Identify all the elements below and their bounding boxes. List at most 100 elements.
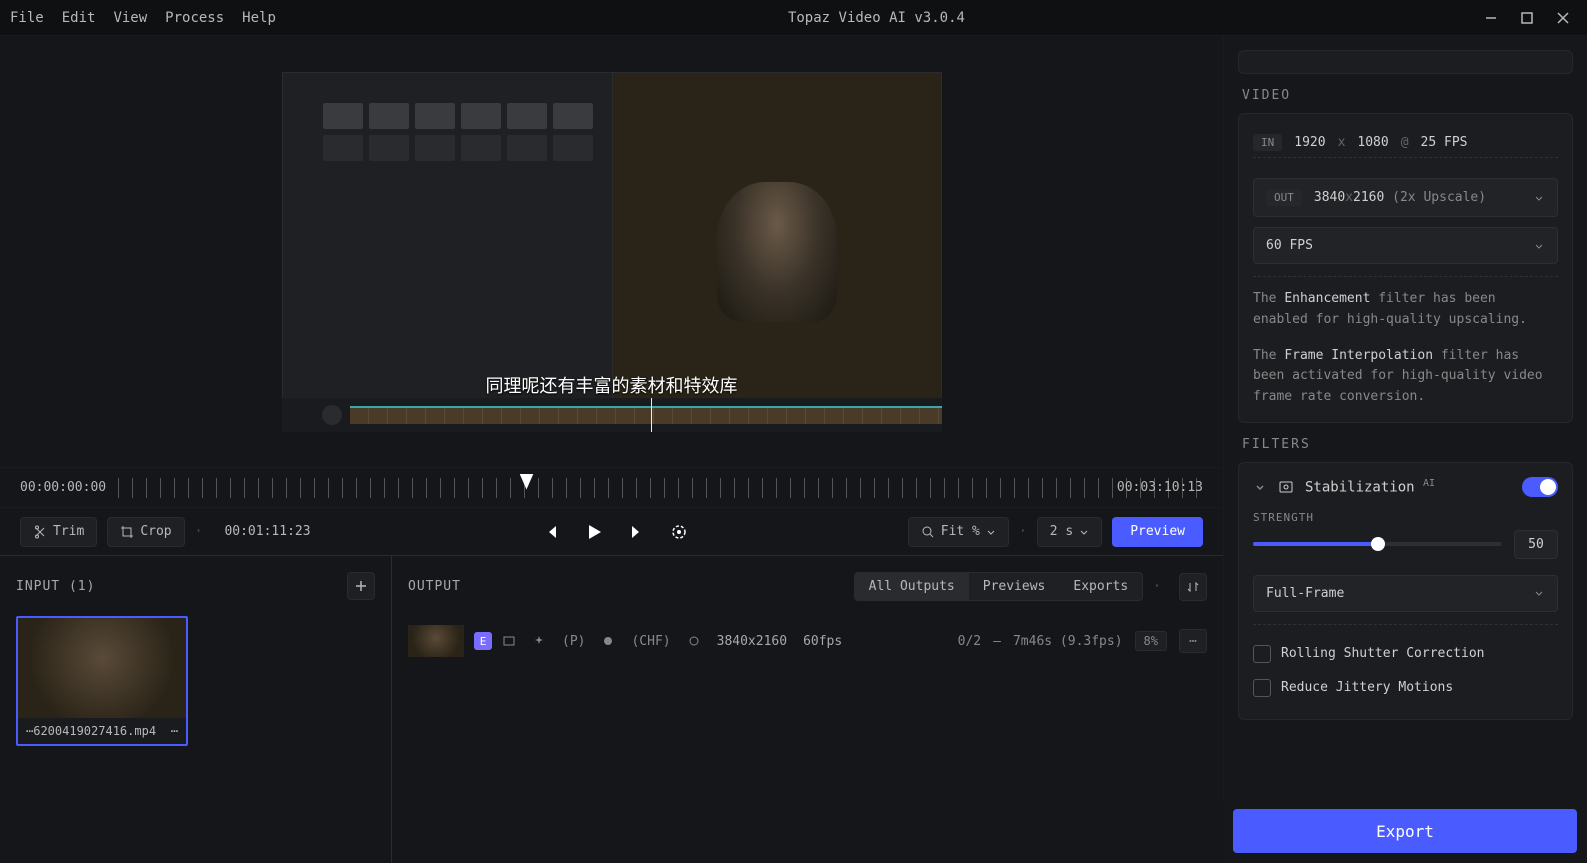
transport-controls (333, 522, 898, 542)
crop-label: Crop (140, 524, 171, 539)
sparkle-icon (532, 634, 546, 648)
output-p-label: (P) (562, 634, 585, 649)
transport-toolbar: Trim Crop · 00:01:11:23 Fit % · (0, 507, 1223, 555)
export-button[interactable]: Export (1233, 809, 1577, 853)
sort-button[interactable] (1179, 573, 1207, 601)
close-icon[interactable] (1549, 4, 1577, 32)
tab-all-outputs[interactable]: All Outputs (855, 573, 969, 600)
reduce-jittery-checkbox[interactable]: Reduce Jittery Motions (1253, 671, 1558, 705)
crop-icon (120, 525, 134, 539)
export-badge: E (474, 632, 492, 650)
main-area: 同理呢还有丰富的素材和特效库 00:00:00:00 00:03:10:13 T… (0, 36, 1223, 863)
crop-button[interactable]: Crop (107, 517, 184, 547)
circle-icon (687, 634, 701, 648)
stabilization-header[interactable]: Stabilization AI (1253, 477, 1558, 497)
input-panel: INPUT (1) ⋯6200419027416.mp4 ⋯ (0, 556, 392, 863)
stabilization-mode-dropdown[interactable]: Full-Frame (1253, 575, 1558, 612)
stabilization-label: Stabilization (1305, 480, 1415, 496)
input-more-icon[interactable]: ⋯ (171, 724, 178, 738)
preview-button[interactable]: Preview (1112, 517, 1203, 547)
input-resolution-row: IN 1920x1080 @ 25 FPS (1253, 128, 1558, 158)
video-subtitle: 同理呢还有丰富的素材和特效库 (486, 372, 738, 398)
menu-edit[interactable]: Edit (62, 10, 96, 26)
chevron-down-icon (1253, 480, 1267, 494)
output-more-button[interactable]: ⋯ (1179, 629, 1207, 653)
rolling-shutter-checkbox[interactable]: Rolling Shutter Correction (1253, 637, 1558, 671)
input-thumbnail[interactable]: ⋯6200419027416.mp4 ⋯ (16, 616, 188, 746)
chevron-down-icon (1533, 192, 1545, 204)
menu-bar: File Edit View Process Help (10, 10, 276, 26)
strength-label: STRENGTH (1253, 511, 1314, 524)
menu-view[interactable]: View (113, 10, 147, 26)
chevron-down-icon (1533, 587, 1545, 599)
strength-value[interactable]: 50 (1514, 530, 1558, 559)
plus-icon (354, 579, 368, 593)
tab-previews[interactable]: Previews (969, 573, 1060, 600)
record-icon (601, 634, 615, 648)
sidebar-top-card (1238, 50, 1573, 74)
zoom-value: Fit % (941, 524, 980, 539)
tab-exports[interactable]: Exports (1059, 573, 1142, 600)
mini-playhead[interactable] (651, 398, 652, 432)
speed-value: 2 s (1050, 524, 1073, 539)
stabilization-icon (1277, 478, 1295, 496)
video-section-title: VIDEO (1242, 88, 1569, 103)
checkbox-icon (1253, 645, 1271, 663)
timeline-lock-icon[interactable] (322, 405, 342, 425)
loop-button[interactable] (670, 523, 688, 541)
zoom-dropdown[interactable]: Fit % (908, 517, 1009, 547)
output-panel: OUTPUT All Outputs Previews Exports · (392, 556, 1223, 863)
speed-dropdown[interactable]: 2 s (1037, 517, 1102, 547)
add-input-button[interactable] (347, 572, 375, 600)
stabilize-icon (502, 634, 516, 648)
reduce-jittery-label: Reduce Jittery Motions (1281, 680, 1453, 695)
prev-frame-button[interactable] (542, 523, 560, 541)
output-panel-title: OUTPUT (408, 579, 461, 594)
strength-slider[interactable] (1253, 542, 1502, 546)
in-width: 1920 (1294, 135, 1325, 150)
output-row[interactable]: E (P) (CHF) 3840x2160 60fps 0/2 — (408, 617, 1207, 665)
chevron-down-icon (1533, 240, 1545, 252)
minimize-icon[interactable] (1477, 4, 1505, 32)
input-panel-title: INPUT (1) (16, 579, 95, 594)
next-frame-button[interactable] (628, 523, 646, 541)
out-badge: OUT (1266, 189, 1302, 206)
output-time: 7m46s (9.3fps) (1013, 634, 1123, 649)
checkbox-icon (1253, 679, 1271, 697)
mini-timeline (282, 398, 942, 432)
ruler-start-time: 00:00:00:00 (20, 480, 106, 495)
output-thumbnail (408, 625, 464, 657)
timeline-ruler[interactable]: 00:00:00:00 00:03:10:13 (0, 467, 1223, 507)
menu-file[interactable]: File (10, 10, 44, 26)
play-button[interactable] (584, 522, 604, 542)
trim-button[interactable]: Trim (20, 517, 97, 547)
chevron-down-icon (986, 527, 996, 537)
video-content-placeholder (717, 182, 837, 322)
menu-process[interactable]: Process (165, 10, 224, 26)
filters-section-title: FILTERS (1242, 437, 1569, 452)
current-time[interactable]: 00:01:11:23 (212, 517, 322, 547)
output-resolution-dropdown[interactable]: OUT 3840x2160 (2x Upscale) (1253, 178, 1558, 217)
playhead-icon[interactable] (520, 474, 534, 490)
slider-thumb[interactable] (1371, 537, 1385, 551)
stabilization-toggle[interactable] (1522, 477, 1558, 497)
in-height: 1080 (1357, 135, 1388, 150)
sidebar[interactable]: VIDEO IN 1920x1080 @ 25 FPS OUT 3840x216… (1223, 36, 1587, 863)
input-filename: ⋯6200419027416.mp4 (26, 724, 156, 738)
maximize-icon[interactable] (1513, 4, 1541, 32)
output-fps: 60fps (803, 634, 842, 649)
export-bar: Export (1223, 799, 1587, 863)
bottom-panels: INPUT (1) ⋯6200419027416.mp4 ⋯ OUTPUT (0, 555, 1223, 863)
output-tabs: All Outputs Previews Exports (854, 572, 1144, 601)
magnifier-icon (921, 525, 935, 539)
output-chf-label: (CHF) (631, 634, 670, 649)
sort-icon (1186, 580, 1200, 594)
frame-strip[interactable] (350, 406, 942, 424)
stabilization-mode: Full-Frame (1266, 586, 1344, 601)
menu-help[interactable]: Help (242, 10, 276, 26)
output-fps-dropdown[interactable]: 60 FPS (1253, 227, 1558, 264)
stabilization-card: Stabilization AI STRENGTH 50 Full-Frame (1238, 462, 1573, 720)
ruler-ticks[interactable] (118, 478, 1203, 498)
enhancement-info: The Enhancement filter has been enabled … (1253, 289, 1558, 331)
chevron-down-icon (1079, 527, 1089, 537)
